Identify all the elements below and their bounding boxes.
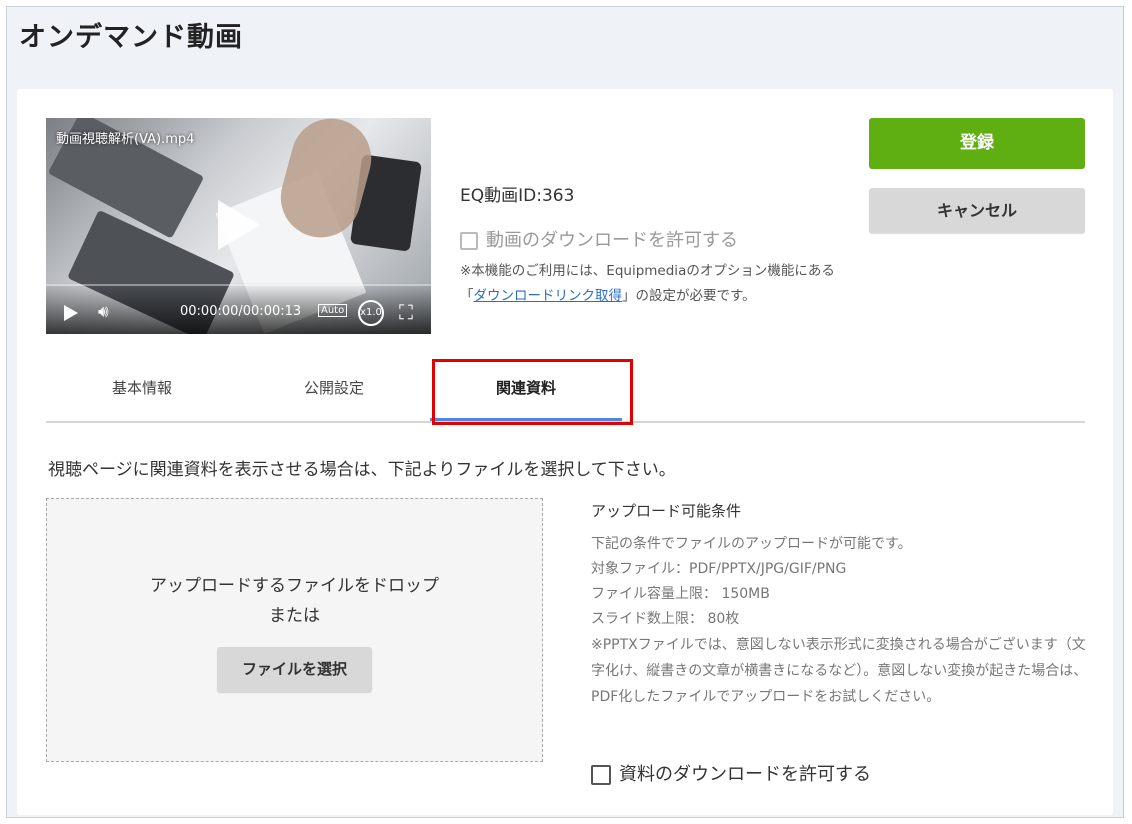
checkbox-icon[interactable] — [460, 232, 478, 250]
note-text-end: 」の設定が必要です。 — [622, 288, 756, 304]
video-id: EQ動画ID:363 — [460, 186, 575, 206]
volume-icon[interactable]: 🔊︎ — [98, 302, 109, 322]
drop-or-text: または — [269, 606, 320, 626]
play-icon[interactable] — [64, 305, 78, 321]
download-link-option-link[interactable]: ダウンロードリンク取得 — [474, 288, 623, 304]
tab-basic-info[interactable]: 基本情報 — [46, 357, 238, 419]
tab-publish-settings[interactable]: 公開設定 — [238, 357, 430, 419]
cancel-button[interactable]: キャンセル — [869, 188, 1085, 233]
playback-speed-button[interactable]: x1.0 — [358, 300, 384, 326]
allow-doc-download-label: 資料のダウンロードを許可する — [619, 764, 871, 785]
download-note: ※本機能のご利用には、Equipmediaのオプション機能にある「ダウンロードリ… — [460, 259, 840, 309]
select-file-button[interactable]: ファイルを選択 — [217, 647, 372, 692]
allow-doc-download-checkbox[interactable]: 資料のダウンロードを許可する — [591, 760, 871, 786]
register-button[interactable]: 登録 — [869, 118, 1085, 169]
big-play-icon[interactable] — [218, 200, 260, 250]
file-dropzone[interactable]: アップロードするファイルをドロップ または ファイルを選択 — [46, 498, 543, 762]
fullscreen-icon[interactable]: ⛶ — [399, 300, 413, 324]
page-frame: オンデマンド動画 動画視聴解析(VA).mp4 🔊︎ 00:00:00/00:0… — [6, 6, 1124, 818]
allow-video-download-checkbox[interactable]: 動画のダウンロードを許可する — [460, 226, 738, 252]
highlight-annotation — [432, 359, 633, 425]
content-card: 動画視聴解析(VA).mp4 🔊︎ 00:00:00/00:00:13 Auto… — [17, 89, 1113, 815]
quality-button[interactable]: Auto — [318, 304, 348, 317]
conditions-title: アップロード可能条件 — [591, 502, 742, 520]
conditions-note: ※PPTXファイルでは、意図しない表示形式に変換される場合がございます（文字化け… — [591, 637, 1088, 705]
related-instruction: 視聴ページに関連資料を表示させる場合は、下記よりファイルを選択して下さい。 — [48, 460, 676, 480]
conditions-list: 下記の条件でファイルのアップロードが可能です。 対象ファイル：PDF/PPTX/… — [591, 532, 1091, 632]
video-player[interactable]: 動画視聴解析(VA).mp4 🔊︎ 00:00:00/00:00:13 Auto… — [46, 118, 431, 334]
allow-video-download-label: 動画のダウンロードを許可する — [486, 230, 738, 251]
condition-item: 下記の条件でファイルのアップロードが可能です。 — [591, 536, 912, 552]
condition-item: ファイル容量上限： 150MB — [591, 586, 770, 602]
seek-bar[interactable] — [46, 284, 431, 286]
checkbox-icon[interactable] — [591, 765, 611, 785]
page-title: オンデマンド動画 — [19, 22, 243, 53]
time-display: 00:00:00/00:00:13 — [180, 304, 302, 319]
condition-item: 対象ファイル：PDF/PPTX/JPG/GIF/PNG — [591, 561, 847, 577]
condition-item: スライド数上限： 80枚 — [591, 611, 740, 627]
drop-text: アップロードするファイルをドロップ — [150, 576, 439, 596]
video-filename: 動画視聴解析(VA).mp4 — [56, 132, 195, 147]
